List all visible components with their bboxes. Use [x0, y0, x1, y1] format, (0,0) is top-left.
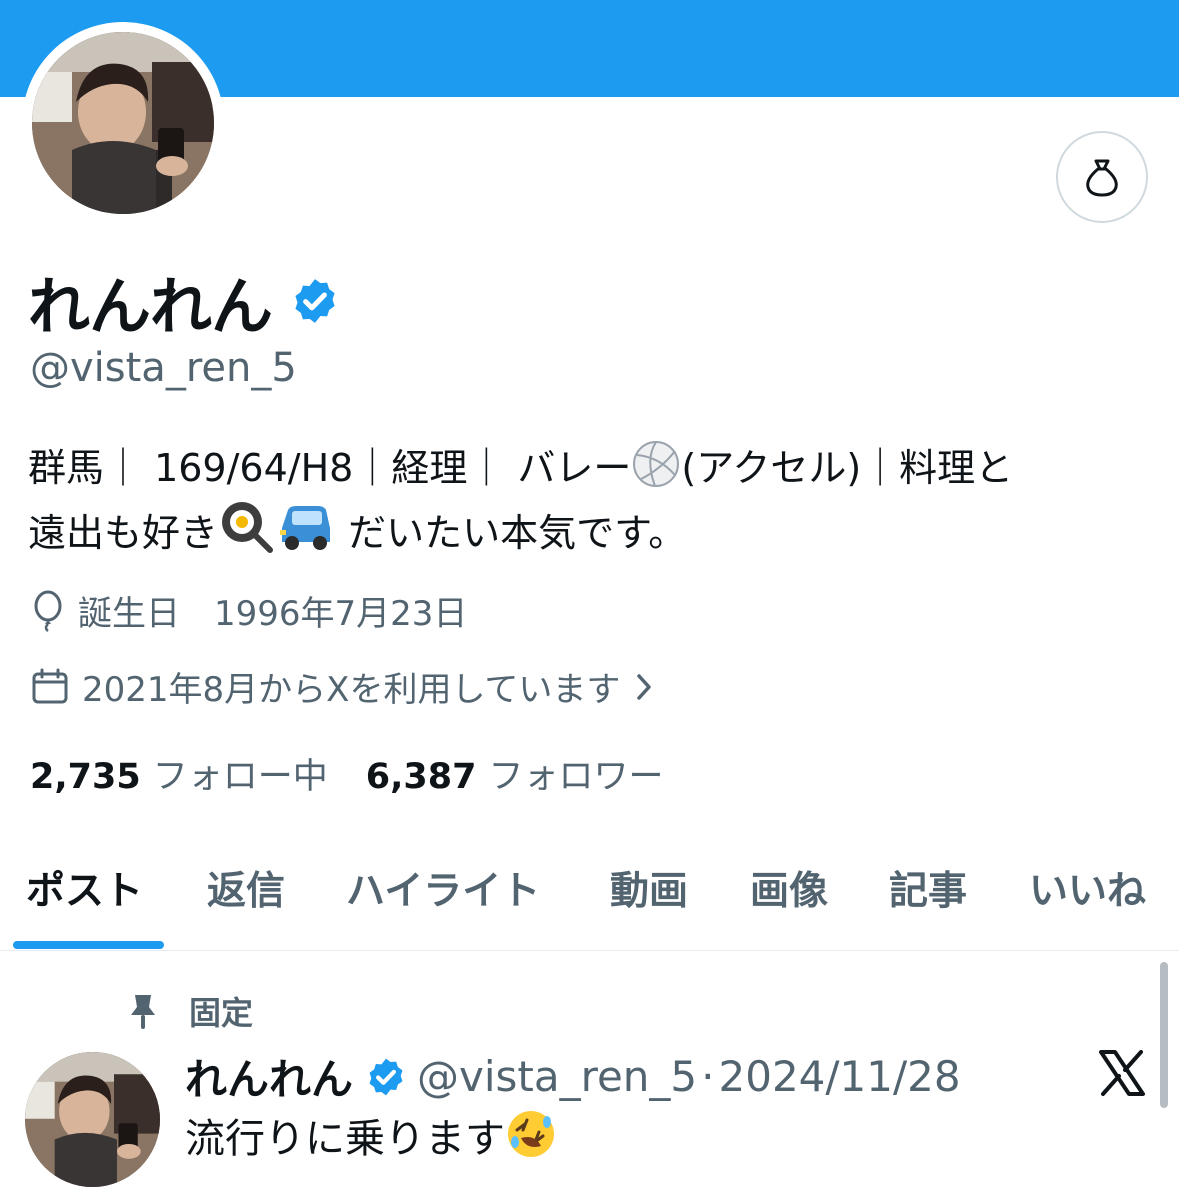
follow-stats: 2,735 フォロー中 6,387 フォロワー	[30, 748, 663, 799]
tip-button[interactable]	[1056, 131, 1148, 223]
pin-icon	[131, 995, 155, 1029]
post-author-name[interactable]: れんれん	[185, 1046, 353, 1107]
pinned-indicator: 固定	[125, 988, 253, 1034]
verified-badge-icon[interactable]	[290, 276, 340, 326]
profile-display-name: れんれん	[28, 256, 340, 346]
profile-bio: 群馬｜ 169/64/H8｜経理｜ バレー (アクセル)｜料理と 遠出も好き だい…	[28, 438, 1158, 563]
post-author-avatar[interactable]	[25, 1052, 160, 1187]
profile-avatar-frame	[22, 22, 224, 224]
tab-videos[interactable]: 動画	[610, 860, 688, 916]
frying-pan-emoji-icon	[222, 502, 274, 553]
money-bag-icon	[1086, 159, 1118, 197]
tab-replies[interactable]: 返信	[207, 860, 285, 916]
bio-text: 群馬｜ 169/64/H8｜経理｜ バレー	[28, 446, 632, 490]
tab-posts[interactable]: ポスト	[26, 860, 143, 916]
birthday-text: 誕生日 1996年7月23日	[78, 594, 468, 634]
followers-label: フォロワー	[488, 757, 664, 797]
following-count: 2,735	[30, 757, 141, 797]
profile-handle: @vista_ren_5	[30, 345, 297, 391]
active-tab-indicator	[13, 941, 164, 949]
profile-tabs: ポスト 返信 ハイライト 動画 画像 記事 いいね	[0, 850, 1179, 951]
post-body: 流行りに乗ります	[185, 1106, 557, 1164]
followers-count: 6,387	[365, 757, 477, 797]
rolling-laughing-emoji-icon	[508, 1111, 554, 1157]
balloon-icon	[34, 590, 62, 632]
post-author-handle[interactable]: @vista_ren_5	[417, 1052, 697, 1101]
profile-avatar[interactable]	[32, 32, 214, 214]
calendar-icon	[32, 668, 68, 703]
post-separator: ·	[701, 1052, 715, 1101]
tab-highlights[interactable]: ハイライト	[346, 860, 540, 916]
x-logo-icon[interactable]	[1097, 1048, 1147, 1098]
scrollbar[interactable]	[1160, 962, 1168, 1108]
following-link[interactable]: 2,735 フォロー中	[30, 748, 328, 799]
following-label: フォロー中	[152, 757, 328, 797]
bio-text: 遠出も好き	[28, 511, 219, 555]
tab-images[interactable]: 画像	[750, 860, 828, 916]
joined-text: 2021年8月からXを利用しています	[82, 670, 621, 710]
post-text: 流行りに乗ります	[185, 1116, 505, 1162]
tab-articles[interactable]: 記事	[889, 860, 967, 916]
car-emoji-icon	[280, 506, 331, 550]
profile-birthday: 誕生日 1996年7月23日	[30, 586, 467, 635]
post-header: れんれん @vista_ren_5 · 2024/11/28	[185, 1046, 961, 1107]
pinned-label: 固定	[189, 994, 254, 1032]
display-name-text: れんれん	[28, 270, 273, 343]
post-date[interactable]: 2024/11/28	[719, 1052, 961, 1101]
verified-badge-icon[interactable]	[365, 1056, 407, 1098]
followers-link[interactable]: 6,387 フォロワー	[366, 748, 664, 799]
volleyball-emoji-icon	[633, 441, 680, 487]
chevron-right-icon	[637, 673, 652, 700]
bio-text: だいたい本気です。	[336, 511, 687, 555]
tab-likes[interactable]: いいね	[1029, 860, 1146, 916]
profile-joined[interactable]: 2021年8月からXを利用しています	[30, 662, 670, 711]
bio-text: (アクセル)｜料理と	[681, 446, 1014, 490]
